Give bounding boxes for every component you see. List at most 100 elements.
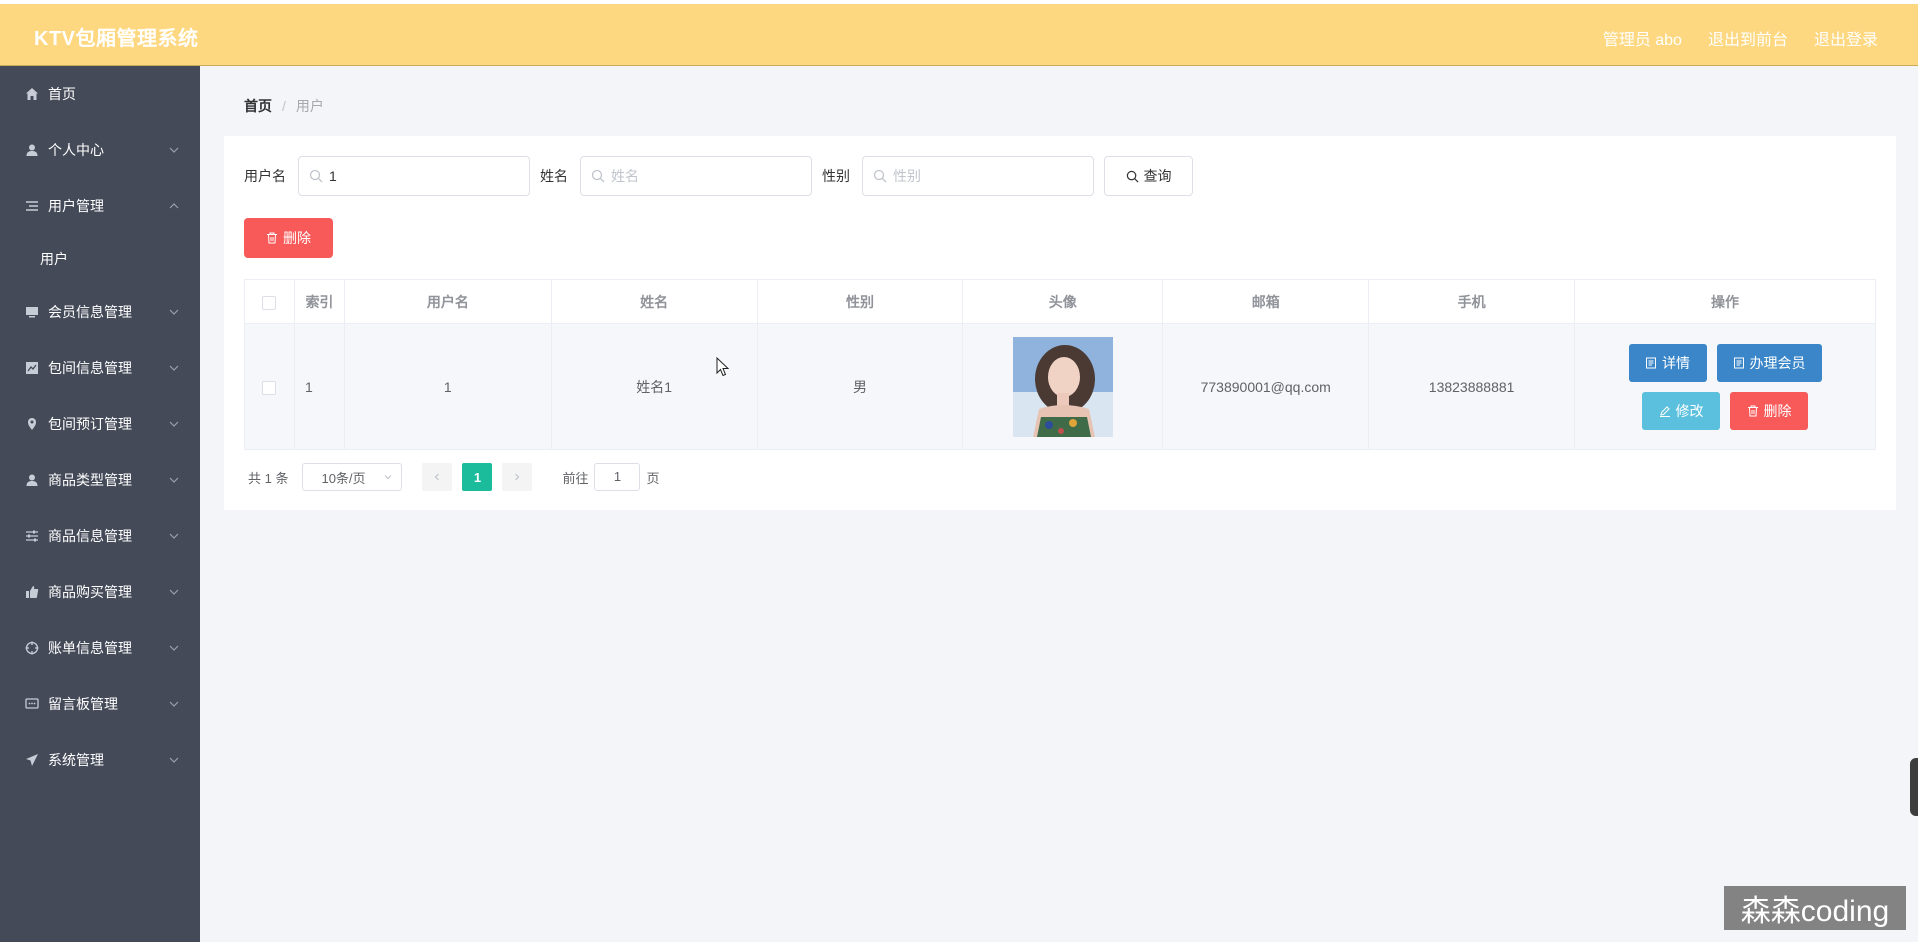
chevron-up-icon [169, 203, 179, 209]
email-cell: 773890001@qq.com [1162, 323, 1370, 450]
phone-cell: 13823888881 [1368, 323, 1576, 450]
sidebar-item-label: 账单信息管理 [48, 640, 132, 656]
breadcrumb-separator: / [282, 98, 286, 114]
app-header: KTV包厢管理系统 管理员 abo 退出到前台 退出登录 [0, 4, 1918, 66]
sidebar-item-label: 系统管理 [48, 752, 104, 768]
search-icon [591, 169, 605, 183]
name-search-input[interactable] [611, 157, 806, 195]
username-search-field[interactable] [298, 156, 530, 196]
query-button[interactable]: 查询 [1104, 156, 1193, 196]
sidebar-item-label: 包间信息管理 [48, 360, 132, 376]
sidebar-item-user-management[interactable]: 用户管理 [0, 178, 200, 234]
name-search-field[interactable] [580, 156, 812, 196]
search-icon [309, 169, 323, 183]
avatar[interactable] [1012, 336, 1113, 437]
admin-user-link[interactable]: 管理员 abo [1603, 26, 1682, 50]
sidebar-item-bill-info[interactable]: 账单信息管理 [0, 620, 200, 676]
sidebar-item-product-purchase[interactable]: 商品购买管理 [0, 564, 200, 620]
gender-cell: 男 [757, 323, 964, 450]
column-header: 姓名 [551, 279, 758, 324]
page-suffix: 页 [646, 470, 660, 486]
select-all-cell [244, 279, 295, 324]
main-panel: 用户名 姓名 性别 查询 删除 索引 用户名 姓名 [224, 136, 1896, 510]
trash-icon [267, 232, 277, 244]
index-cell: 1 [294, 323, 345, 450]
column-header: 手机 [1368, 279, 1576, 324]
page-size-value: 10条/页 [321, 470, 366, 486]
sidebar-item-home[interactable]: 首页 [0, 66, 200, 122]
row-checkbox[interactable] [262, 380, 277, 395]
chevron-down-icon [169, 477, 179, 483]
sidebar-item-label: 商品信息管理 [48, 528, 132, 544]
member-button[interactable]: 办理会员 [1716, 343, 1822, 382]
logout-link[interactable]: 退出登录 [1814, 26, 1878, 50]
column-header: 邮箱 [1162, 279, 1370, 324]
sidebar-item-label: 会员信息管理 [48, 304, 132, 320]
username-cell: 1 [344, 323, 552, 450]
app-title: KTV包厢管理系统 [34, 28, 199, 50]
table-header-row: 索引 用户名 姓名 性别 头像 邮箱 手机 操作 [244, 279, 1876, 324]
row-select-cell [244, 323, 295, 450]
chevron-down-icon [169, 147, 179, 153]
sidebar-item-product-type[interactable]: 商品类型管理 [0, 452, 200, 508]
name-cell: 姓名1 [551, 323, 758, 450]
search-icon [873, 169, 887, 183]
pagination-total: 共 1 条 [248, 470, 289, 486]
chevron-down-icon [169, 645, 179, 651]
side-edge-tab[interactable] [1910, 758, 1918, 816]
mouse-cursor-icon [716, 357, 730, 377]
member-button-label: 办理会员 [1749, 354, 1806, 371]
chevron-down-icon [169, 757, 179, 763]
sidebar-item-system[interactable]: 系统管理 [0, 732, 200, 788]
detail-button[interactable]: 详情 [1628, 343, 1707, 382]
monitor-icon [24, 304, 40, 320]
row-delete-button-label: 删除 [1763, 402, 1792, 419]
column-header: 头像 [962, 279, 1164, 324]
document-icon [1733, 357, 1744, 368]
gender-search-input[interactable] [893, 157, 1088, 195]
watermark: 森森coding [1724, 886, 1906, 930]
chart-icon [24, 360, 40, 376]
sidebar-item-message-board[interactable]: 留言板管理 [0, 676, 200, 732]
sidebar-item-label: 个人中心 [48, 142, 104, 158]
select-all-checkbox[interactable] [262, 295, 277, 310]
avatar-cell [962, 323, 1164, 450]
batch-delete-button[interactable]: 删除 [244, 218, 333, 258]
sidebar-item-product-info[interactable]: 商品信息管理 [0, 508, 200, 564]
breadcrumb-home[interactable]: 首页 [244, 96, 272, 116]
prev-page-button[interactable] [422, 463, 453, 491]
sidebar-subitem-user[interactable]: 用户 [0, 234, 200, 284]
exit-to-frontend-link[interactable]: 退出到前台 [1708, 26, 1788, 50]
home-icon [24, 86, 40, 102]
table-row[interactable]: 1 1 姓名1 男 773890001@qq.com 13823888881 详… [244, 323, 1876, 450]
gender-search-field[interactable] [862, 156, 1094, 196]
username-search-input[interactable] [329, 157, 524, 195]
list-icon [24, 198, 40, 214]
name-label: 姓名 [540, 168, 568, 184]
sidebar-item-room-info[interactable]: 包间信息管理 [0, 340, 200, 396]
batch-delete-label: 删除 [283, 230, 311, 246]
chevron-down-icon [169, 421, 179, 427]
column-header: 性别 [757, 279, 964, 324]
header-nav: 管理员 abo 退出到前台 退出登录 [1603, 26, 1878, 50]
row-delete-button[interactable]: 删除 [1730, 391, 1809, 430]
sidebar-item-member-info[interactable]: 会员信息管理 [0, 284, 200, 340]
goto-page-input[interactable]: 1 [594, 463, 641, 491]
chat-icon [24, 696, 40, 712]
detail-button-label: 详情 [1662, 354, 1691, 371]
sidebar-item-label: 首页 [48, 86, 76, 102]
edit-button[interactable]: 修改 [1642, 391, 1721, 430]
page-number-button[interactable]: 1 [462, 463, 493, 491]
chevron-down-icon [385, 475, 392, 480]
next-page-button[interactable] [502, 463, 533, 491]
page-size-select[interactable]: 10条/页 [302, 463, 403, 491]
sidebar-item-personal-center[interactable]: 个人中心 [0, 122, 200, 178]
search-form: 用户名 姓名 性别 查询 [244, 156, 1193, 196]
chevron-left-icon [435, 473, 440, 481]
edit-button-label: 修改 [1675, 402, 1704, 419]
document-icon [1646, 357, 1657, 368]
user-table: 索引 用户名 姓名 性别 头像 邮箱 手机 操作 1 1 姓名1 男 77389… [244, 279, 1876, 450]
column-header: 索引 [294, 279, 345, 324]
sidebar-item-room-booking[interactable]: 包间预订管理 [0, 396, 200, 452]
chevron-down-icon [169, 533, 179, 539]
